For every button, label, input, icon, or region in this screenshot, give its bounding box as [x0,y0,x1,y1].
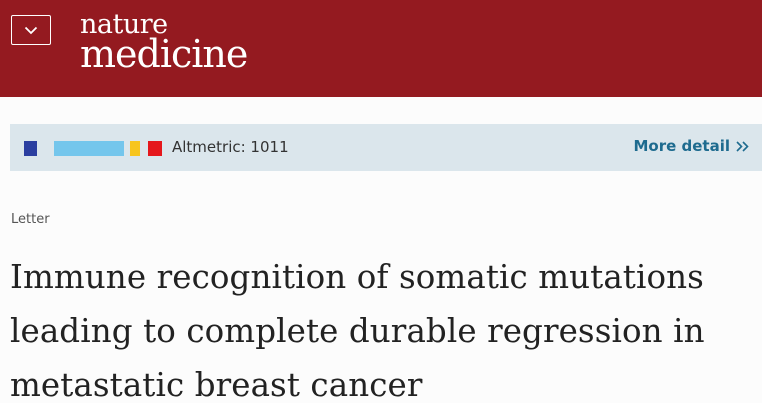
altmetric-segment-red [148,141,162,156]
altmetric-score: Altmetric: 1011 [172,138,289,156]
altmetric-segment-yellow [130,141,140,156]
double-chevron-right-icon [736,140,749,152]
page: nature medicine Altmetric: 1011 More det… [0,0,762,403]
altmetric-badge[interactable] [24,141,162,156]
altmetric-bar: Altmetric: 1011 More detail [10,124,762,171]
altmetric-segment-light-blue [54,141,124,156]
logo-line-medicine: medicine [80,32,248,76]
journal-logo[interactable]: nature medicine [80,11,248,76]
article-type: Letter [11,212,50,227]
article-title: Immune recognition of somatic mutations … [10,258,705,403]
site-header: nature medicine [0,0,762,97]
more-detail-label: More detail [633,137,730,155]
menu-toggle-button[interactable] [11,15,51,45]
more-detail-link[interactable]: More detail [633,137,749,155]
chevron-down-icon [24,26,38,34]
altmetric-segment-dark-blue [24,141,37,156]
